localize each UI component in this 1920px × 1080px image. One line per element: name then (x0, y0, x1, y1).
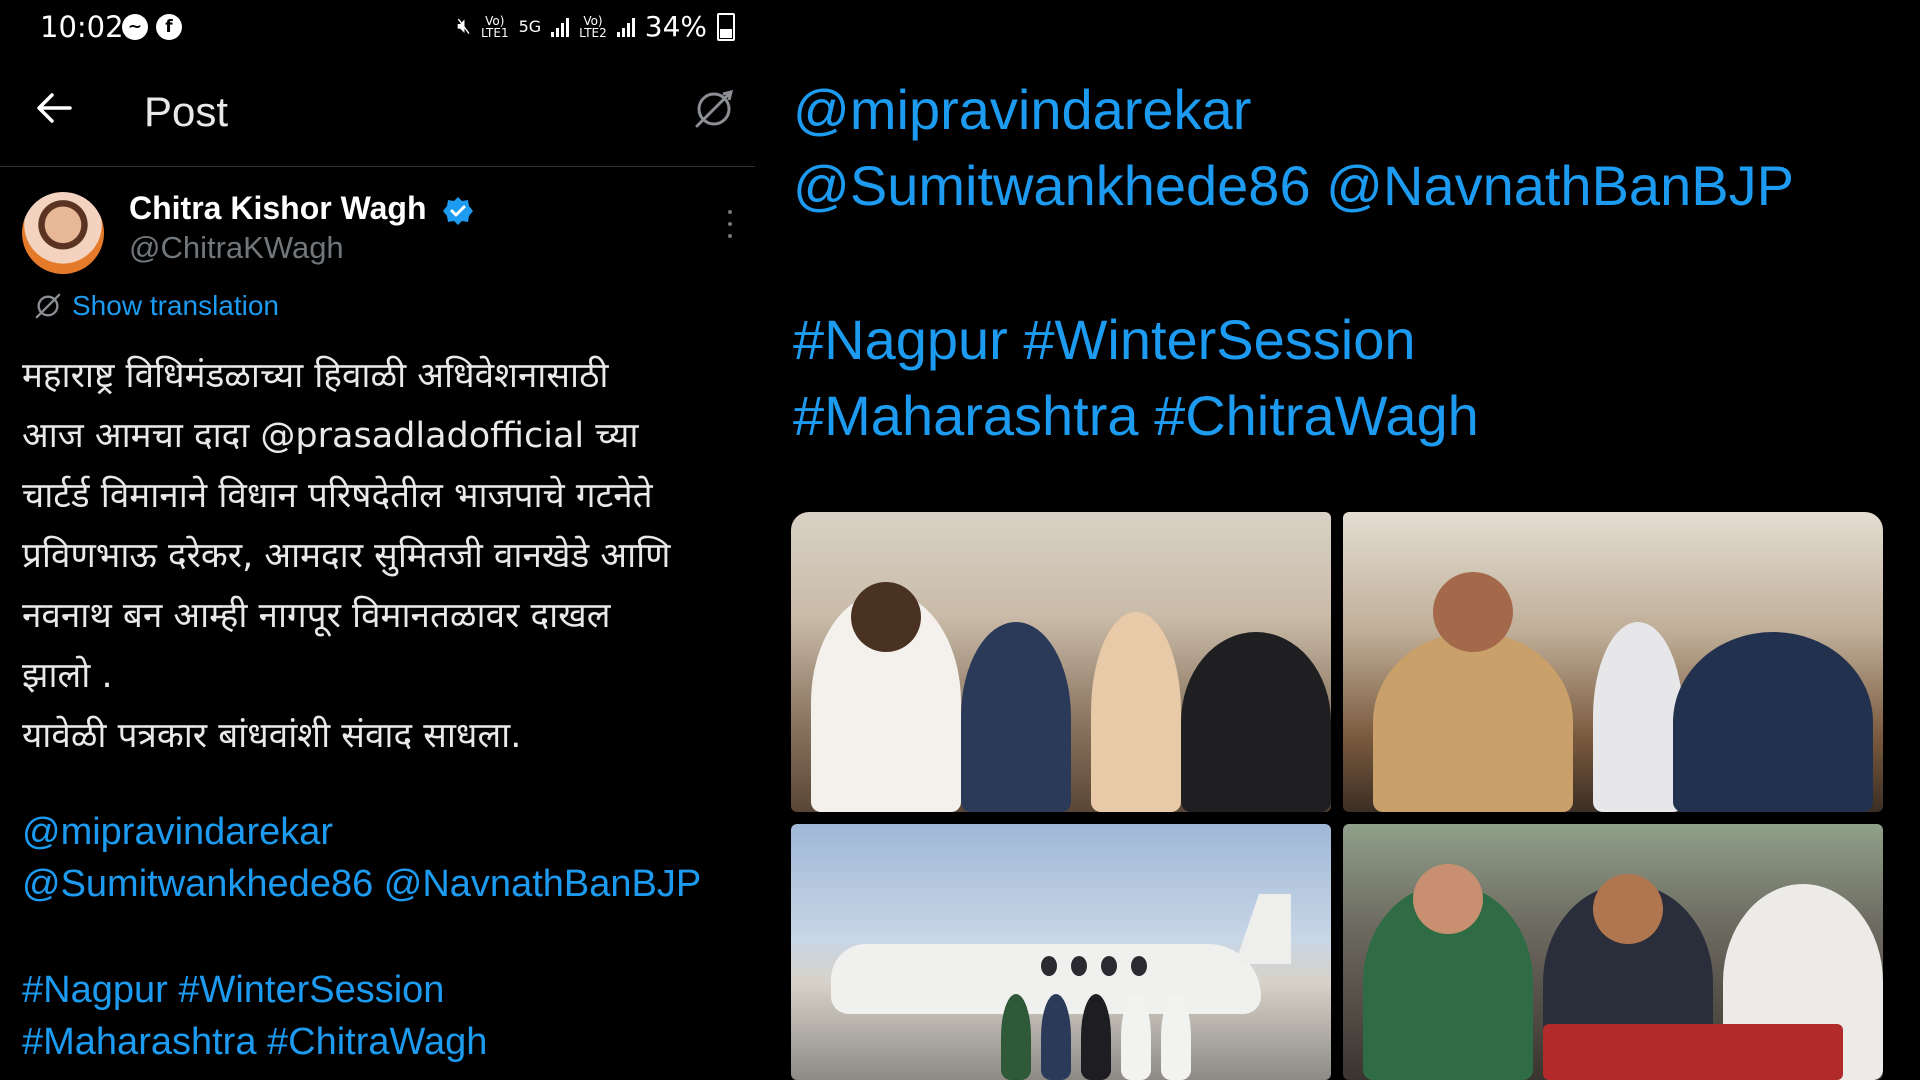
tweet-line: नवनाथ बन आम्ही नागपूर विमानतळावर दाखल (22, 596, 611, 636)
tweet-line: चार्टर्ड विमानाने विधान परिषदेतील भाजपाच… (22, 476, 653, 516)
tweet-line: झालो . (22, 656, 113, 696)
photo-jet-cabin-group[interactable] (791, 512, 1331, 812)
status-bar: 10:02 ~ f 🔇︎ Vo) LTE1 5G Vo) LTE2 34% (0, 0, 755, 58)
mention-link[interactable]: @mipravindarekar (793, 72, 1794, 148)
author-name[interactable]: Chitra Kishor Wagh (129, 190, 426, 227)
tweet-line: महाराष्ट्र विधिमंडळाच्या हिवाळी अधिवेशना… (22, 356, 609, 396)
status-right: 🔇︎ Vo) LTE1 5G Vo) LTE2 34% (457, 10, 735, 43)
tweet-body: महाराष्ट्र विधिमंडळाच्या हिवाळी अधिवेशना… (22, 346, 752, 766)
photo-jet-on-tarmac[interactable] (791, 824, 1331, 1080)
tweet-mentions: @mipravindarekar @Sumitwankhede86 @Navna… (22, 806, 701, 910)
mention-link[interactable]: @mipravindarekar (22, 806, 701, 858)
mute-icon: 🔇︎ (457, 14, 471, 39)
network-lte1: Vo) LTE1 (481, 13, 509, 40)
hashtag-link[interactable]: #Maharashtra #ChitraWagh (22, 1016, 487, 1068)
photo-jet-cabin-seated[interactable] (1343, 512, 1883, 812)
author-handle[interactable]: @ChitraKWagh (129, 230, 344, 266)
post-header: Post (0, 58, 755, 167)
more-vertical-icon[interactable] (728, 210, 734, 238)
sync-off-icon[interactable] (689, 84, 739, 134)
translate-icon (35, 293, 61, 319)
hashtag-link[interactable]: #Maharashtra #ChitraWagh (793, 378, 1479, 454)
network-5g: 5G (518, 16, 542, 36)
battery-icon (717, 12, 735, 41)
zoomed-view: @mipravindarekar @Sumitwankhede86 @Navna… (755, 0, 1920, 1080)
media-grid (791, 512, 1883, 1080)
hashtag-link[interactable]: #Nagpur #WinterSession (22, 964, 487, 1016)
signal-bars-2-icon (616, 17, 635, 37)
signal-bars-icon (551, 17, 570, 37)
tweet-line: आज आमचा दादा @prasadladofficial च्या (22, 416, 639, 456)
show-translation-label[interactable]: Show translation (72, 290, 279, 322)
battery-percent: 34% (644, 10, 707, 43)
show-translation-link[interactable]: Show translation (34, 290, 279, 322)
status-time: 10:02 (40, 10, 124, 44)
mention-link[interactable]: @Sumitwankhede86 @NavnathBanBJP (22, 858, 701, 910)
mention-link[interactable]: @Sumitwankhede86 @NavnathBanBJP (793, 148, 1794, 224)
facebook-icon: f (156, 14, 182, 40)
network-lte2: Vo) LTE2 (579, 13, 607, 40)
zoomed-mentions: @mipravindarekar @Sumitwankhede86 @Navna… (793, 72, 1794, 224)
messenger-icon: ~ (122, 14, 148, 40)
tweet-hashtags: #Nagpur #WinterSession #Maharashtra #Chi… (22, 964, 487, 1068)
zoomed-hashtags: #Nagpur #WinterSession #Maharashtra #Chi… (793, 302, 1479, 454)
verified-badge-icon (443, 197, 473, 225)
tweet-line: यावेळी पत्रकार बांधवांशी संवाद साधला. (22, 716, 522, 756)
arrow-left-icon[interactable] (34, 88, 74, 128)
page-title: Post (144, 88, 229, 135)
tweet-line: प्रविणभाऊ दरेकर, आमदार सुमितजी वानखेडे आ… (22, 536, 671, 576)
phone-screen: 10:02 ~ f 🔇︎ Vo) LTE1 5G Vo) LTE2 34% Po… (0, 0, 755, 1080)
photo-press-interaction[interactable] (1343, 824, 1883, 1080)
hashtag-link[interactable]: #Nagpur #WinterSession (793, 302, 1479, 378)
avatar[interactable] (22, 192, 104, 274)
